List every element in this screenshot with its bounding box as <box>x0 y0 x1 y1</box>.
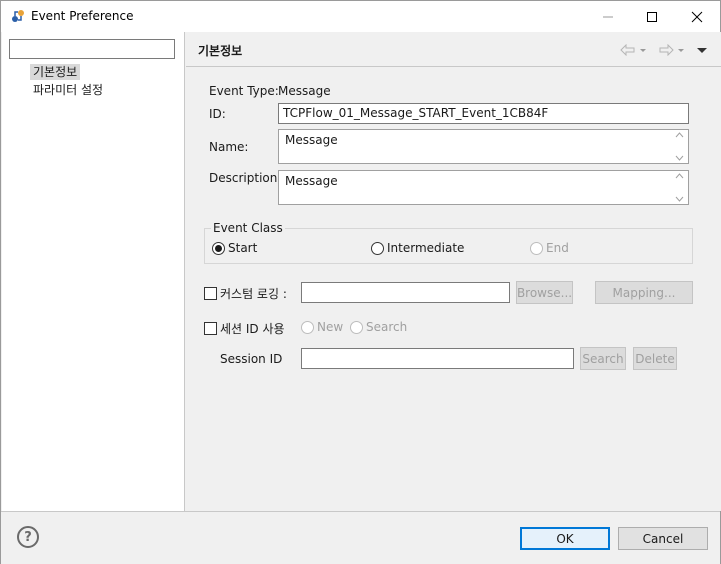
menu-triangle-icon <box>697 48 707 53</box>
event-class-end-radio[interactable]: End <box>530 241 569 255</box>
radio-unchecked-icon <box>371 241 384 255</box>
scroll-up-icon <box>675 173 683 179</box>
page-header: 기본정보 <box>186 32 721 67</box>
dialog-button-bar: ? OK Cancel <box>1 511 720 564</box>
event-class-intermediate-label: Intermediate <box>387 241 465 255</box>
scroll-up-icon <box>675 132 683 138</box>
radio-unchecked-icon <box>350 320 363 334</box>
title-bar: Event Preference <box>1 1 720 32</box>
session-delete-button[interactable]: Delete <box>633 347 677 370</box>
event-class-start-radio[interactable]: Start <box>212 241 257 255</box>
minimize-button[interactable] <box>585 1 631 32</box>
maximize-icon <box>647 11 657 22</box>
id-label: ID: <box>209 107 226 121</box>
scroll-down-icon <box>675 155 683 161</box>
event-class-start-label: Start <box>228 241 258 255</box>
name-value: Message <box>285 133 338 147</box>
window-title: Event Preference <box>31 9 134 23</box>
help-icon[interactable]: ? <box>17 526 39 548</box>
event-class-end-label: End <box>546 241 569 255</box>
session-id-label: Session ID <box>220 352 283 366</box>
browse-button[interactable]: Browse... <box>516 281 573 304</box>
ok-button[interactable]: OK <box>520 527 610 550</box>
radio-unchecked-icon <box>530 241 543 255</box>
close-button[interactable] <box>674 1 720 32</box>
description-value: Message <box>285 174 338 188</box>
chevron-down-icon <box>678 49 684 52</box>
description-scrollbar[interactable] <box>672 173 686 202</box>
custom-logging-label: 커스텀 로깅 : <box>220 287 287 301</box>
mapping-button[interactable]: Mapping... <box>595 281 693 304</box>
session-new-label: New <box>317 320 344 334</box>
event-class-group: Event Class Start Intermediate End <box>204 221 693 264</box>
use-session-id-checkbox[interactable]: 세션 ID 사용 <box>204 320 285 337</box>
page-title: 기본정보 <box>198 44 243 58</box>
session-search-label: Search <box>366 320 408 334</box>
checkbox-unchecked-icon <box>204 287 217 300</box>
session-id-field[interactable] <box>301 348 574 369</box>
event-class-intermediate-radio[interactable]: Intermediate <box>371 241 464 255</box>
preference-page: 기본정보 Event Type: Message ID: TCPFlow_01_… <box>186 32 721 511</box>
event-preference-dialog: Event Preference 기본정보 파라미터 설정 기본정보 Event… <box>0 0 721 564</box>
custom-logging-field[interactable] <box>301 282 510 303</box>
id-field[interactable]: TCPFlow_01_Message_START_Event_1CB84F <box>278 103 689 124</box>
session-search-radio[interactable]: Search <box>350 320 407 334</box>
back-button[interactable] <box>620 42 648 58</box>
preference-tree-panel: 기본정보 파라미터 설정 <box>2 32 185 511</box>
cancel-button[interactable]: Cancel <box>618 527 708 550</box>
session-new-radio[interactable]: New <box>301 320 343 334</box>
chevron-down-icon <box>640 49 646 52</box>
radio-checked-icon <box>212 241 225 255</box>
event-class-legend: Event Class <box>211 221 285 235</box>
maximize-button[interactable] <box>629 1 675 32</box>
description-field[interactable]: Message <box>278 170 689 205</box>
back-arrow-icon <box>620 44 635 56</box>
tree-item-basic-info[interactable]: 기본정보 <box>30 64 81 80</box>
description-label: Description: <box>209 171 282 185</box>
use-session-id-label: 세션 ID 사용 <box>220 322 285 336</box>
forward-button[interactable] <box>658 42 686 58</box>
radio-unchecked-icon <box>301 320 314 334</box>
app-icon <box>12 10 24 22</box>
scroll-down-icon <box>675 196 683 202</box>
close-icon <box>691 11 703 22</box>
event-type-label: Event Type: <box>209 84 279 98</box>
event-type-value: Message <box>278 84 331 98</box>
name-scrollbar[interactable] <box>672 132 686 161</box>
tree-filter-input[interactable] <box>9 39 175 59</box>
name-label: Name: <box>209 140 249 154</box>
custom-logging-checkbox[interactable]: 커스텀 로깅 : <box>204 285 287 302</box>
view-menu-button[interactable] <box>696 42 708 58</box>
name-field[interactable]: Message <box>278 129 689 164</box>
minimize-icon <box>603 16 613 17</box>
session-search-button[interactable]: Search <box>580 347 626 370</box>
checkbox-unchecked-icon <box>204 322 217 335</box>
tree-item-parameter-settings[interactable]: 파라미터 설정 <box>30 82 106 98</box>
forward-arrow-icon <box>659 44 674 56</box>
